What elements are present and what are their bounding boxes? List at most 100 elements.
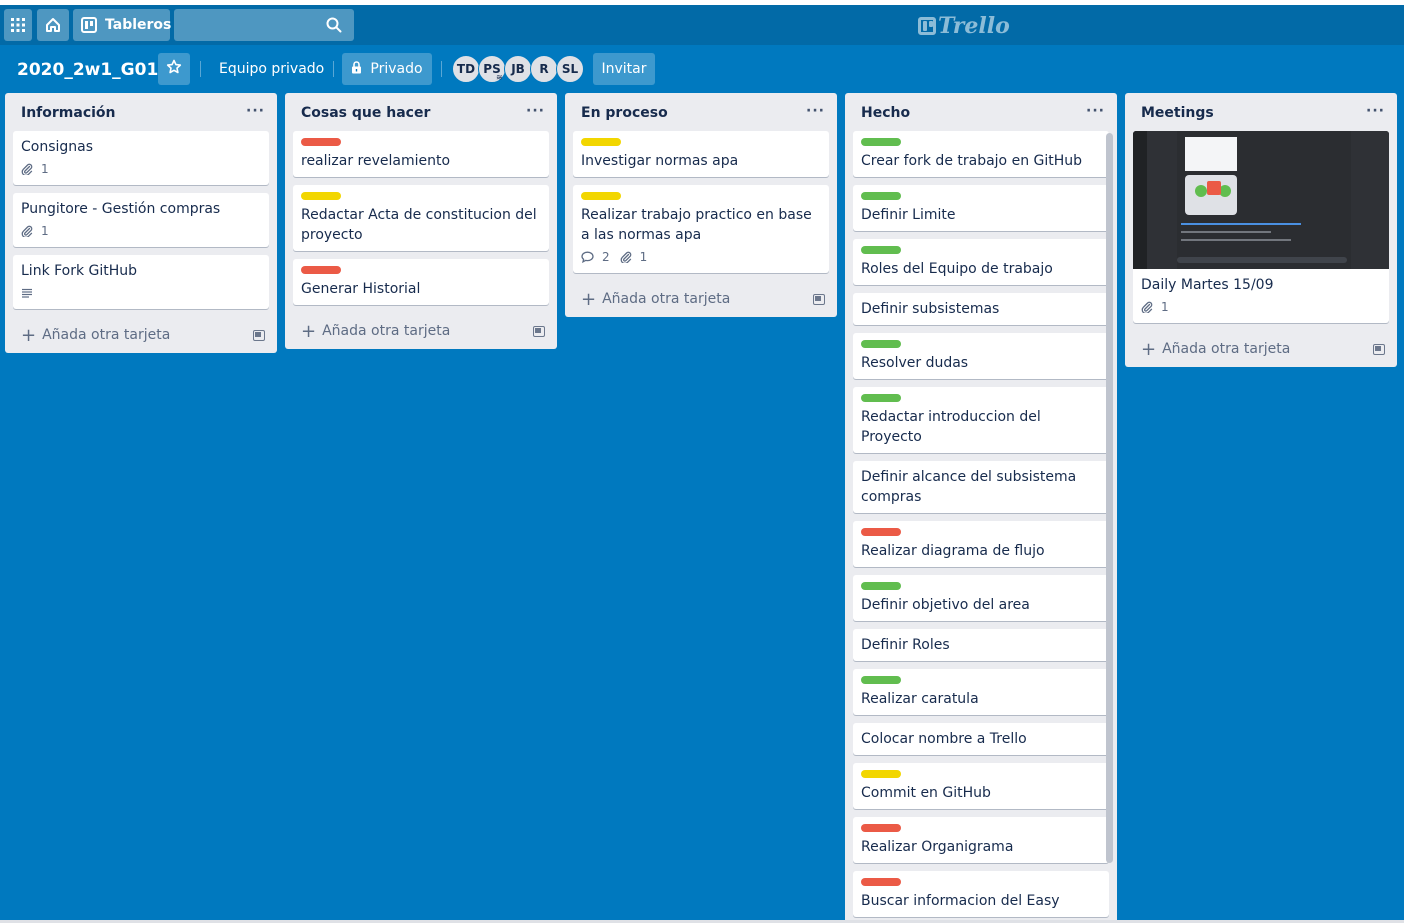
card[interactable]: Commit en GitHub (853, 763, 1109, 809)
list-title[interactable]: Meetings (1141, 105, 1214, 121)
list-4: Meetings ··· Daily Martes 15/09 1 + Añada otr… (1125, 93, 1397, 367)
card[interactable]: Definir objetivo del area (853, 575, 1109, 621)
card[interactable]: Realizar caratula (853, 669, 1109, 715)
member-avatar[interactable]: TD (452, 55, 480, 83)
member-avatar[interactable]: JB (504, 55, 532, 83)
list-header[interactable]: Cosas que hacer ··· (285, 93, 557, 131)
card-label-yellow[interactable] (301, 192, 341, 200)
list-menu-icon[interactable]: ··· (526, 103, 545, 119)
card-label-red[interactable] (301, 266, 341, 274)
plus-icon: + (1141, 338, 1157, 360)
card[interactable]: Link Fork GitHub (13, 255, 269, 309)
add-card-button[interactable]: + Añada otra tarjeta (565, 281, 837, 317)
card-label-red[interactable] (301, 138, 341, 146)
card-label-green[interactable] (861, 192, 901, 200)
card-label-green[interactable] (861, 676, 901, 684)
card[interactable]: Redactar Acta de constitucion del proyec… (293, 185, 549, 251)
divider (333, 61, 334, 77)
card-label-green[interactable] (861, 394, 901, 402)
card-cover-image (1133, 131, 1389, 269)
list-menu-icon[interactable]: ··· (1086, 103, 1105, 119)
card-title: Roles del Equipo de trabajo (861, 261, 1053, 277)
card-template-icon[interactable] (533, 325, 545, 337)
card[interactable]: Definir subsistemas (853, 293, 1109, 325)
card[interactable]: Definir alcance del subsistema compras (853, 461, 1109, 513)
card[interactable]: Definir Roles (853, 629, 1109, 661)
card[interactable]: Crear fork de trabajo en GitHub (853, 131, 1109, 177)
card-label-green[interactable] (861, 246, 901, 254)
list-title[interactable]: En proceso (581, 105, 668, 121)
card-title: Realizar trabajo practico en base a las … (581, 207, 812, 243)
list-menu-icon[interactable]: ··· (246, 103, 265, 119)
card-template-icon[interactable] (813, 293, 825, 305)
card[interactable]: Definir Limite (853, 185, 1109, 231)
card-badges (21, 283, 261, 303)
trello-logo-text: Trello (938, 13, 1010, 39)
visibility-label: Privado (370, 61, 423, 77)
card[interactable]: Roles del Equipo de trabajo (853, 239, 1109, 285)
boards-button[interactable]: Tableros (73, 9, 171, 41)
visibility-button[interactable]: Privado (342, 53, 432, 85)
card-label-red[interactable] (861, 824, 901, 832)
list-header[interactable]: En proceso ··· (565, 93, 837, 131)
card-title: Link Fork GitHub (21, 263, 138, 279)
list-title[interactable]: Hecho (861, 105, 910, 121)
home-button[interactable] (37, 9, 69, 41)
add-card-label: Añada otra tarjeta (1162, 341, 1291, 357)
list-title[interactable]: Información (21, 105, 116, 121)
card[interactable]: Realizar diagrama de flujo (853, 521, 1109, 567)
card[interactable]: Generar Historial (293, 259, 549, 305)
card[interactable]: Resolver dudas (853, 333, 1109, 379)
member-avatar[interactable]: SL (556, 55, 584, 83)
search-icon[interactable] (326, 17, 342, 37)
star-button[interactable] (158, 53, 190, 85)
card-title: Buscar informacion del Easy (861, 893, 1060, 909)
attachment-icon (1141, 301, 1157, 313)
card[interactable]: Investigar normas apa (573, 131, 829, 177)
card[interactable]: Colocar nombre a Trello (853, 723, 1109, 755)
list-menu-icon[interactable]: ··· (1366, 103, 1385, 119)
list-header[interactable]: Hecho ··· (845, 93, 1117, 131)
card[interactable]: realizar revelamiento (293, 131, 549, 177)
apps-button[interactable] (4, 9, 32, 41)
board-title[interactable]: 2020_2w1_G01 (17, 58, 158, 82)
add-card-button[interactable]: + Añada otra tarjeta (285, 313, 557, 349)
card[interactable]: Realizar Organigrama (853, 817, 1109, 863)
card-title: Commit en GitHub (861, 785, 991, 801)
card-label-yellow[interactable] (581, 192, 621, 200)
add-card-button[interactable]: + Añada otra tarjeta (5, 317, 277, 353)
member-avatar[interactable]: R (530, 55, 558, 83)
card-label-green[interactable] (861, 340, 901, 348)
card-template-icon[interactable] (253, 329, 265, 341)
card-label-green[interactable] (861, 138, 901, 146)
card-label-yellow[interactable] (581, 138, 621, 146)
comments-badge: 2 (581, 247, 610, 267)
card[interactable]: Buscar informacion del Easy (853, 871, 1109, 917)
card[interactable]: Realizar trabajo practico en base a las … (573, 185, 829, 273)
card[interactable]: Redactar introduccion del Proyecto (853, 387, 1109, 453)
card-list: Crear fork de trabajo en GitHub Definir L… (845, 131, 1117, 917)
card-template-icon[interactable] (1373, 343, 1385, 355)
card-list: Investigar normas apa Realizar trabajo pr… (565, 131, 837, 273)
list-scrollbar[interactable] (1106, 133, 1113, 863)
card[interactable]: Daily Martes 15/09 1 (1133, 131, 1389, 323)
card-label-yellow[interactable] (861, 770, 901, 778)
card-title: Generar Historial (301, 281, 421, 297)
list-3: Hecho ··· Crear fork de trabajo en GitHub D… (845, 93, 1117, 923)
add-card-button[interactable]: + Añada otra tarjeta (1125, 331, 1397, 367)
card-label-green[interactable] (861, 582, 901, 590)
list-menu-icon[interactable]: ··· (806, 103, 825, 119)
trello-logo[interactable]: Trello (918, 13, 1010, 39)
list-header[interactable]: Información ··· (5, 93, 277, 131)
team-button[interactable]: Equipo privado (219, 53, 324, 85)
list-header[interactable]: Meetings ··· (1125, 93, 1397, 131)
list-title[interactable]: Cosas que hacer (301, 105, 430, 121)
app-header: Tableros Trello (0, 5, 1404, 45)
card[interactable]: Consignas 1 (13, 131, 269, 185)
card-label-red[interactable] (861, 528, 901, 536)
invite-button[interactable]: Invitar (593, 53, 655, 85)
add-card-label: Añada otra tarjeta (322, 323, 451, 339)
home-icon (45, 17, 61, 33)
card[interactable]: Pungitore - Gestión compras 1 (13, 193, 269, 247)
card-label-red[interactable] (861, 878, 901, 886)
